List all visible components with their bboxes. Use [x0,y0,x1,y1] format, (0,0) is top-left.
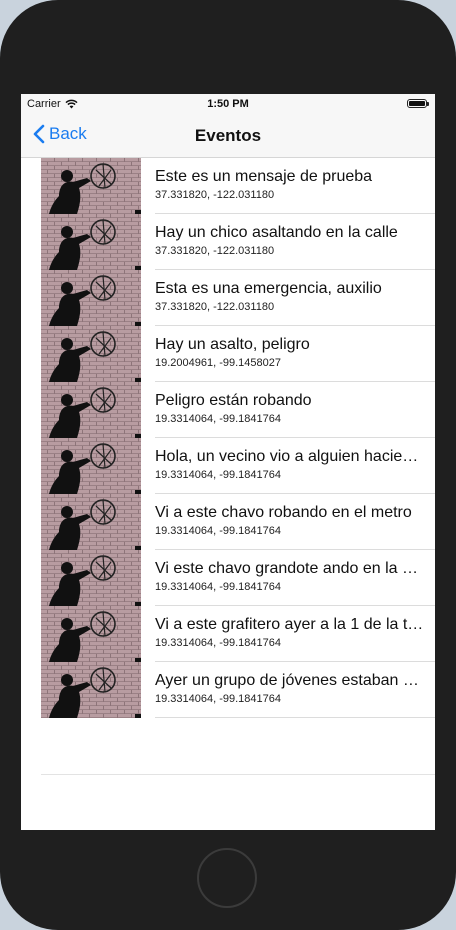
event-row[interactable]: Este es un mensaje de prueba 37.331820, -… [21,158,435,214]
event-coordinates: 19.3314064, -99.1841764 [155,693,282,705]
event-text: Hay un chico asaltando en la calle 37.331… [155,224,425,257]
event-text: Hola, un vecino vio a alguien haciendo 19… [155,448,425,481]
event-coordinates: 37.331820, -122.031180 [155,301,275,313]
event-coordinates: 19.3314064, -99.1841764 [155,637,282,649]
event-text: Vi este chavo grandote ando en la esquin… [155,560,425,593]
event-thumbnail [41,550,141,606]
event-thumbnail [41,270,141,326]
event-coordinates: 19.3314064, -99.1841764 [155,525,282,537]
event-title: Vi a este chavo robando en el metro [155,504,412,521]
event-text: Hay un asalto, peligro 19.2004961, -99.14… [155,336,425,369]
event-title: Hola, un vecino vio a alguien haciendo [155,448,425,465]
event-title: Hay un chico asaltando en la calle [155,224,398,241]
event-coordinates: 19.3314064, -99.1841764 [155,413,282,425]
event-coordinates: 19.3314064, -99.1841764 [155,581,282,593]
event-thumbnail [41,438,141,494]
event-text: Vi a este grafitero ayer a la 1 de la ta… [155,616,425,649]
event-coordinates: 19.2004961, -99.1458027 [155,357,282,369]
event-title: Este es un mensaje de prueba [155,168,373,185]
event-row[interactable]: Hay un asalto, peligro 19.2004961, -99.14… [21,326,435,382]
event-thumbnail [41,606,141,662]
event-text: Vi a este chavo robando en el metro 19.33… [155,504,425,537]
event-row[interactable]: Vi a este chavo robando en el metro 19.33… [21,494,435,550]
event-thumbnail [41,494,141,550]
event-title: Esta es una emergencia, auxilio [155,280,382,297]
event-thumbnail [41,662,141,718]
event-row[interactable]: Esta es una emergencia, auxilio 37.331820… [21,270,435,326]
row-separator [155,717,435,718]
event-text: Ayer un grupo de jóvenes estaban pintand… [155,672,425,705]
event-text: Peligro están robando 19.3314064, -99.184… [155,392,425,425]
battery-icon [407,99,429,108]
event-title: Peligro están robando [155,392,312,409]
status-bar: Carrier 1:50 PM [21,94,435,114]
event-thumbnail [41,326,141,382]
empty-row-separator [41,774,435,775]
home-button[interactable] [197,848,257,908]
event-text: Esta es una emergencia, auxilio 37.331820… [155,280,425,313]
event-title: Hay un asalto, peligro [155,336,310,353]
event-title: Vi este chavo grandote ando en la esquin… [155,560,425,577]
event-title: Ayer un grupo de jóvenes estaban pintand… [155,672,425,689]
event-row[interactable]: Hola, un vecino vio a alguien haciendo 19… [21,438,435,494]
event-thumbnail [41,158,141,214]
event-coordinates: 37.331820, -122.031180 [155,245,275,257]
navigation-bar: Back Eventos [21,114,435,158]
event-text: Este es un mensaje de prueba 37.331820, -… [155,168,425,201]
event-thumbnail [41,214,141,270]
page-title: Eventos [194,126,262,145]
event-title: Vi a este grafitero ayer a la 1 de la ta… [155,616,425,633]
event-row[interactable]: Ayer un grupo de jóvenes estaban pintand… [21,662,435,718]
event-thumbnail [41,382,141,438]
event-row[interactable]: Vi a este grafitero ayer a la 1 de la ta… [21,606,435,662]
status-time: 1:50 PM [207,98,249,110]
event-coordinates: 37.331820, -122.031180 [155,189,275,201]
events-table: Este es un mensaje de prueba 37.331820, -… [21,158,435,775]
event-row[interactable]: Vi este chavo grandote ando en la esquin… [21,550,435,606]
event-row[interactable]: Peligro están robando 19.3314064, -99.184… [21,382,435,438]
event-row[interactable]: Hay un chico asaltando en la calle 37.331… [21,214,435,270]
app-screen: Carrier 1:50 PM Back Eventos Este es un … [21,94,435,830]
event-coordinates: 19.3314064, -99.1841764 [155,469,282,481]
